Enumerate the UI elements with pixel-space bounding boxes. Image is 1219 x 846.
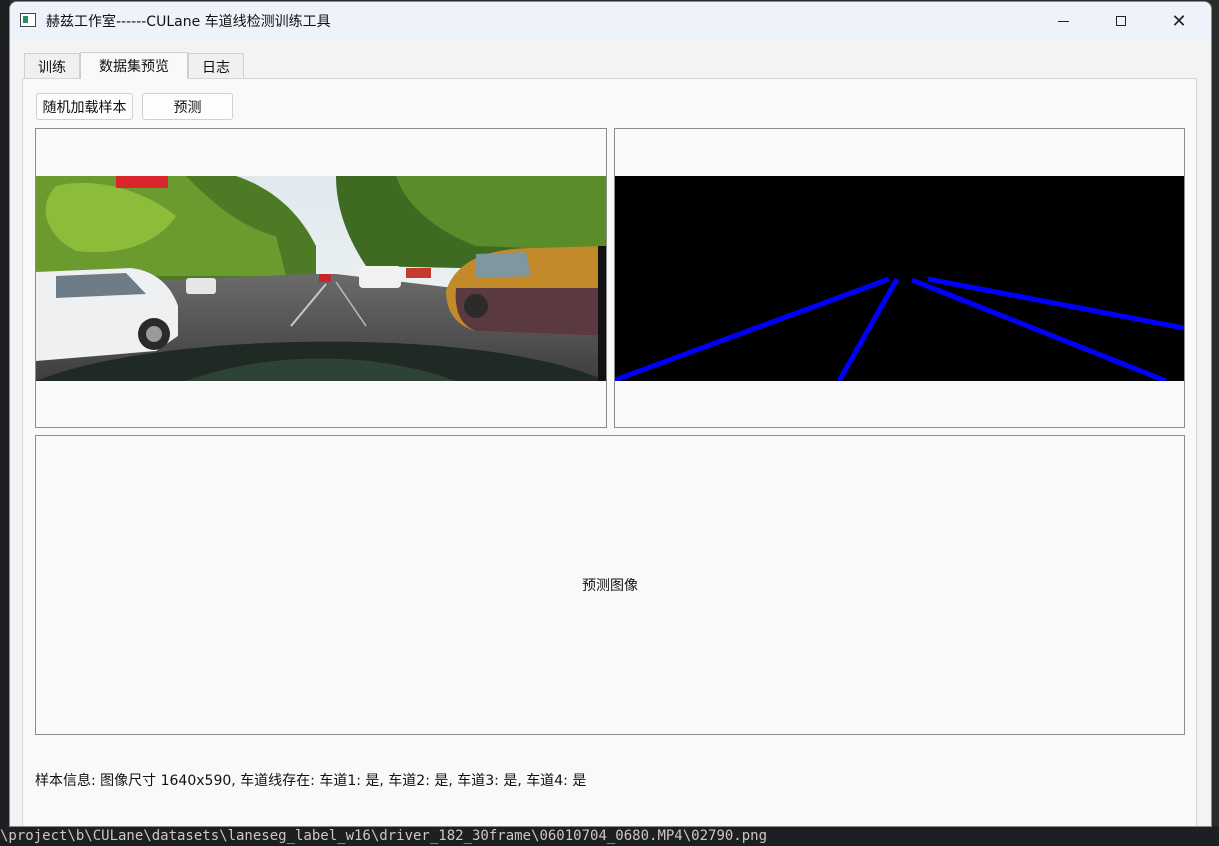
tab-dataset-preview[interactable]: 数据集预览 <box>80 52 188 79</box>
title-bar[interactable]: 赫兹工作室------CULane 车道线检测训练工具 ✕ <box>10 2 1211 40</box>
maximize-icon <box>1116 16 1126 26</box>
window-title: 赫兹工作室------CULane 车道线检测训练工具 <box>46 14 331 30</box>
tab-log[interactable]: 日志 <box>188 53 244 79</box>
predict-button[interactable]: 预测 <box>142 93 233 120</box>
close-icon: ✕ <box>1171 10 1187 32</box>
background-terminal-path: \project\b\CULane\datasets\laneseg_label… <box>0 826 1219 846</box>
tab-dataset-preview-label: 数据集预览 <box>99 59 169 75</box>
lane-label-mask <box>615 176 1184 381</box>
minimize-icon <box>1057 20 1069 22</box>
sample-info-label: 样本信息: 图像尺寸 1640x590, 车道线存在: 车道1: 是, 车道2:… <box>35 773 587 789</box>
minimize-button[interactable] <box>1034 2 1092 40</box>
maximize-button[interactable] <box>1092 2 1150 40</box>
original-image-view <box>35 128 607 428</box>
tab-log-label: 日志 <box>202 59 230 76</box>
road-camera-image <box>36 176 606 381</box>
close-button[interactable]: ✕ <box>1150 2 1208 40</box>
app-window-icon <box>20 13 36 27</box>
tab-train[interactable]: 训练 <box>24 53 80 79</box>
dataset-preview-panel: 随机加载样本 预测 预测图像 样本信息: 图像尺寸 1640x590, 车道线存… <box>22 78 1197 826</box>
tab-train-label: 训练 <box>38 59 66 76</box>
main-window: 赫兹工作室------CULane 车道线检测训练工具 ✕ 训练 数据集预览 日… <box>9 1 1212 827</box>
prediction-image-view: 预测图像 <box>35 435 1185 735</box>
label-image-view <box>614 128 1185 428</box>
load-random-sample-button[interactable]: 随机加载样本 <box>36 93 133 120</box>
prediction-placeholder-text: 预测图像 <box>582 578 638 594</box>
